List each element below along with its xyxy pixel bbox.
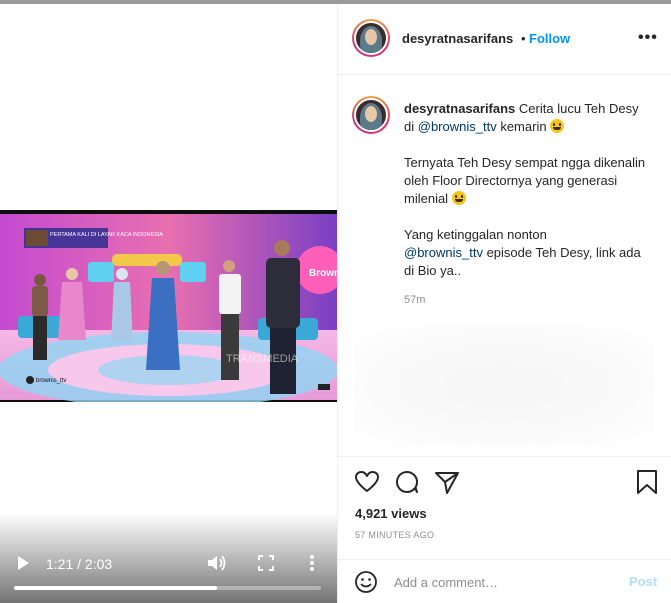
post-sidebar: desyratnasarifans • Follow ••• desyratna… <box>337 4 671 603</box>
comment-icon <box>396 471 418 493</box>
caption-avatar[interactable] <box>352 96 390 134</box>
post-comment-button[interactable]: Post <box>629 574 657 589</box>
video-progress-fill <box>14 586 217 590</box>
play-button[interactable] <box>14 554 32 572</box>
comment-button[interactable] <box>394 469 420 495</box>
laughing-emoji-icon <box>451 191 466 205</box>
emoji-button[interactable] <box>354 570 378 594</box>
broadcaster-watermark: TRANSMEDIA <box>226 353 299 365</box>
grinning-emoji-icon <box>550 119 565 133</box>
person-1 <box>32 274 48 360</box>
show-logo: Brownis <box>309 268 337 279</box>
post-header: desyratnasarifans • Follow ••• <box>338 4 671 75</box>
header-username[interactable]: desyratnasarifans <box>402 31 513 46</box>
video-time-readout: 1:21 / 2:03 <box>46 556 113 572</box>
like-button[interactable] <box>354 469 380 495</box>
play-icon <box>18 556 29 570</box>
caption-age: 57m <box>404 294 426 306</box>
avatar[interactable] <box>352 19 390 57</box>
follow-button[interactable]: Follow <box>529 31 570 46</box>
overlay-banner-text: PERTAMA KALI DI LAYAR KACA INDONESIA <box>50 232 163 238</box>
post-options-button[interactable]: ••• <box>638 29 658 47</box>
caption-mention-1[interactable]: @brownis_ttv <box>418 119 497 134</box>
caption-paragraph-3: Yang ketinggalan nonton @brownis_ttv epi… <box>404 226 652 280</box>
video-frame[interactable]: Brownis PERTAMA KALI DI LAYAR KACA INDON… <box>0 210 337 402</box>
post-timestamp[interactable]: 57 MINUTES AGO <box>355 530 434 540</box>
save-button[interactable] <box>634 469 660 495</box>
bookmark-icon <box>637 470 657 494</box>
video-watermark: brownis_ttv <box>36 378 66 384</box>
more-vertical-icon <box>310 555 314 571</box>
blurred-comments-area <box>354 326 654 446</box>
fullscreen-button[interactable] <box>257 554 275 572</box>
person-6 <box>266 240 300 394</box>
comment-bar: Post <box>338 559 671 603</box>
header-separator: • <box>521 31 526 46</box>
share-icon <box>435 472 459 494</box>
volume-icon <box>208 555 226 571</box>
video-more-button[interactable] <box>303 553 321 573</box>
caption-paragraph-3-text: Yang ketinggalan nonton <box>404 227 547 242</box>
fullscreen-icon <box>258 555 274 571</box>
smiley-icon <box>355 571 377 593</box>
caption-mention-2[interactable]: @brownis_ttv <box>404 245 483 260</box>
video-still: Brownis PERTAMA KALI DI LAYAR KACA INDON… <box>0 210 337 402</box>
heart-icon <box>355 471 379 492</box>
share-button[interactable] <box>434 469 460 495</box>
view-count[interactable]: 4,921 views <box>355 506 427 521</box>
post-caption: desyratnasarifans Cerita lucu Teh Desy d… <box>404 100 652 298</box>
caption-line1-tail: kemarin <box>500 119 547 134</box>
post-actions: 4,921 views 57 MINUTES AGO Post <box>338 456 671 603</box>
caption-username[interactable]: desyratnasarifans <box>404 101 515 116</box>
video-controls: 1:21 / 2:03 <box>0 513 337 603</box>
caption-paragraph-2-text: Ternyata Teh Desy sempat ngga dikenalin … <box>404 155 646 206</box>
caption-paragraph-2: Ternyata Teh Desy sempat ngga dikenalin … <box>404 154 652 208</box>
video-pane: Brownis PERTAMA KALI DI LAYAR KACA INDON… <box>0 4 337 603</box>
volume-button[interactable] <box>206 553 228 573</box>
caption-paragraph-1: desyratnasarifans Cerita lucu Teh Desy d… <box>404 100 652 136</box>
comment-input[interactable] <box>394 570 614 594</box>
video-progress-bar[interactable] <box>14 586 321 590</box>
